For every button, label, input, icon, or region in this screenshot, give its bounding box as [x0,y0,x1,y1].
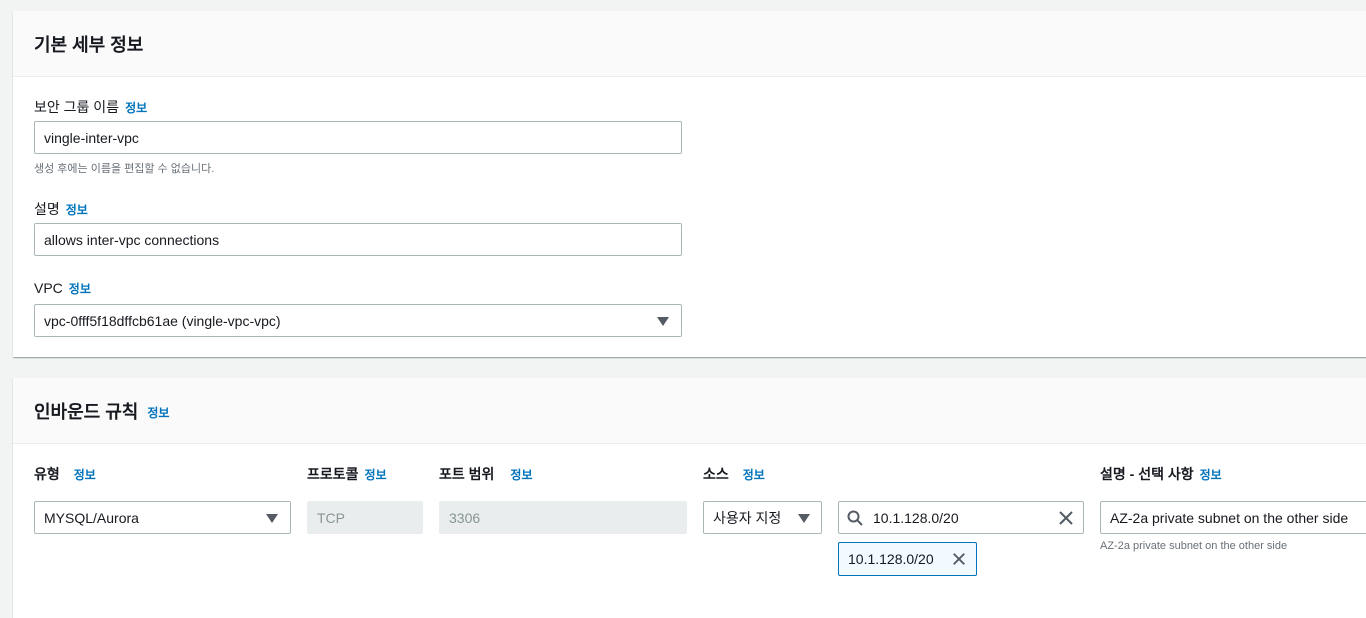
column-description: 설명 - 선택 사항 정보 [1100,464,1222,484]
column-description-info-link[interactable]: 정보 [1200,468,1222,482]
security-group-name-input[interactable]: vingle-inter-vpc [34,121,682,154]
column-type-info-link[interactable]: 정보 [74,468,96,482]
security-group-name-hint: 생성 후에는 이름을 편집할 수 없습니다. [34,163,215,175]
vpc-select-value: vpc-0fff5f18dffcb61ae (vingle-vpc-vpc) [44,312,281,329]
search-icon [847,510,863,526]
inbound-rules-info-link[interactable]: 정보 [147,404,169,421]
rule-description-input[interactable]: AZ-2a private subnet on the other side [1100,501,1366,534]
column-protocol-info-link[interactable]: 정보 [365,468,387,482]
basic-details-panel: 기본 세부 정보 보안 그룹 이름 정보 vingle-inter-vpc 생성 … [13,11,1366,357]
rule-type-value: MYSQL/Aurora [44,509,139,526]
column-type-text: 유형 [34,466,60,482]
vpc-label-text: VPC [34,280,63,296]
vpc-label: VPC 정보 [34,280,91,297]
chevron-down-icon [266,514,278,523]
vpc-info-link[interactable]: 정보 [69,282,91,296]
source-token: 10.1.128.0/20 [838,542,977,576]
rule-type-select[interactable]: MYSQL/Aurora [34,501,291,534]
inbound-rules-header: 인바운드 규칙 정보 [13,378,1366,444]
column-port-range: 포트 범위 정보 [439,464,533,484]
rule-source-type-select[interactable]: 사용자 지정 [703,501,822,534]
column-port-range-info-link[interactable]: 정보 [510,468,532,482]
chevron-down-icon [657,317,669,326]
column-protocol: 프로토콜 정보 [307,464,387,484]
vpc-select[interactable]: vpc-0fff5f18dffcb61ae (vingle-vpc-vpc) [34,304,682,337]
column-description-text: 설명 - 선택 사항 [1100,466,1194,482]
inbound-rules-title: 인바운드 규칙 [34,401,139,422]
rule-source-search-input[interactable]: 10.1.128.0/20 [838,501,1084,534]
security-group-name-label: 보안 그룹 이름 정보 [34,97,147,117]
rule-description-hint: AZ-2a private subnet on the other side [1100,540,1288,552]
chevron-down-icon [798,514,810,523]
description-input[interactable]: allows inter-vpc connections [34,223,682,256]
security-group-name-info-link[interactable]: 정보 [125,101,147,115]
column-source-text: 소스 [703,466,729,482]
basic-details-title: 기본 세부 정보 [34,34,144,55]
security-group-name-label-text: 보안 그룹 이름 [34,99,120,115]
rule-port-range-input: 3306 [439,501,687,534]
rule-protocol-input: TCP [307,501,423,534]
source-token-label: 10.1.128.0/20 [848,551,934,567]
column-source: 소스 정보 [703,464,765,484]
column-protocol-text: 프로토콜 [307,466,359,482]
close-icon[interactable] [952,552,966,566]
rule-source-type-value: 사용자 지정 [713,509,782,526]
column-source-info-link[interactable]: 정보 [743,468,765,482]
close-icon[interactable] [1058,510,1074,526]
column-type: 유형 정보 [34,464,96,484]
rule-source-search-value: 10.1.128.0/20 [873,509,959,526]
inbound-rules-panel: 인바운드 규칙 정보 유형 정보 프로토콜 정보 포트 범위 정보 소스 정보 설명 -… [13,378,1366,618]
description-label-text: 설명 [34,201,60,217]
description-info-link[interactable]: 정보 [66,203,88,217]
description-label: 설명 정보 [34,199,88,219]
basic-details-header: 기본 세부 정보 [13,11,1366,77]
column-port-range-text: 포트 범위 [439,466,495,482]
